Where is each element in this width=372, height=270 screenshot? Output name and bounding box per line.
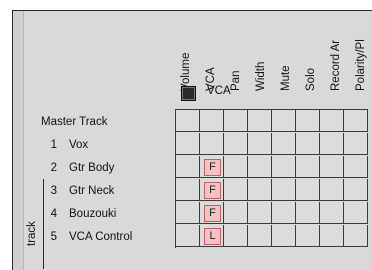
grid-cell[interactable] bbox=[272, 179, 296, 201]
grid-cell[interactable] bbox=[224, 133, 248, 155]
grid-cell[interactable] bbox=[296, 133, 320, 155]
row-label-track[interactable]: Gtr Body bbox=[69, 162, 114, 174]
grid-cell-vca[interactable]: L bbox=[200, 225, 224, 247]
grid-cell[interactable] bbox=[224, 156, 248, 178]
row-label-track[interactable]: Gtr Neck bbox=[69, 185, 114, 197]
grid-cell[interactable] bbox=[320, 156, 344, 178]
col-header-vca[interactable]: VCA bbox=[202, 15, 226, 91]
row-number: 2 bbox=[50, 162, 57, 174]
grid-cell[interactable] bbox=[344, 156, 368, 178]
grid-cell[interactable] bbox=[224, 225, 248, 247]
col-header-label: Record Ar bbox=[330, 39, 342, 91]
grid-cell-vca[interactable]: F bbox=[200, 156, 224, 178]
row-label-track[interactable]: Bouzouki bbox=[69, 208, 116, 220]
grid-cell[interactable] bbox=[344, 179, 368, 201]
grid-cell-vca[interactable]: F bbox=[200, 202, 224, 224]
col-header-mute[interactable]: Mute bbox=[277, 15, 301, 91]
col-header-pan[interactable]: Pan bbox=[227, 15, 251, 91]
grid-cell[interactable] bbox=[320, 179, 344, 201]
grid-cell[interactable] bbox=[272, 133, 296, 155]
vca-follow-flag[interactable]: F bbox=[204, 205, 221, 222]
grid-cell[interactable] bbox=[320, 133, 344, 155]
row-label-track[interactable]: Vox bbox=[69, 139, 88, 151]
col-header-width[interactable]: Width bbox=[252, 15, 276, 91]
grid-cell[interactable] bbox=[296, 156, 320, 178]
grid-cell[interactable] bbox=[344, 133, 368, 155]
grid-cell[interactable] bbox=[344, 110, 368, 132]
col-header-label: Width bbox=[255, 61, 267, 91]
grid-cell[interactable] bbox=[176, 156, 200, 178]
grid-cell[interactable] bbox=[344, 225, 368, 247]
grid-cell[interactable] bbox=[176, 110, 200, 132]
grid-cell[interactable] bbox=[248, 133, 272, 155]
grid-cell[interactable] bbox=[176, 133, 200, 155]
grid-row-track-1 bbox=[176, 133, 368, 156]
row-number: 3 bbox=[50, 185, 57, 197]
col-header-label: Pan bbox=[230, 70, 242, 91]
grid-row-track-4: F bbox=[176, 202, 368, 225]
vca-follow-flag[interactable]: F bbox=[204, 159, 221, 176]
grid-cell[interactable] bbox=[176, 225, 200, 247]
row-label-master[interactable]: Master Track bbox=[41, 116, 107, 128]
grouping-matrix-panel: Volume VCA Pan Width Mute Solo Record Ar… bbox=[12, 10, 372, 270]
track-axis-divider bbox=[43, 179, 44, 269]
grid-cell[interactable] bbox=[224, 179, 248, 201]
grid-cell[interactable] bbox=[272, 110, 296, 132]
matrix-grid: F F F L bbox=[175, 109, 368, 248]
grid-cell[interactable] bbox=[296, 110, 320, 132]
grid-cell[interactable] bbox=[224, 202, 248, 224]
row-number: 4 bbox=[50, 208, 57, 220]
grid-cell[interactable] bbox=[296, 179, 320, 201]
grid-cell[interactable] bbox=[176, 179, 200, 201]
row-number: 1 bbox=[50, 139, 57, 151]
grid-row-track-5: L bbox=[176, 225, 368, 248]
track-axis-text: track bbox=[26, 221, 38, 246]
grid-cell[interactable] bbox=[320, 110, 344, 132]
grid-cell[interactable] bbox=[224, 110, 248, 132]
grid-cell[interactable] bbox=[296, 202, 320, 224]
grid-cell[interactable] bbox=[200, 133, 224, 155]
grid-cell[interactable] bbox=[248, 110, 272, 132]
grid-cell[interactable] bbox=[272, 225, 296, 247]
grid-row-track-3: F bbox=[176, 179, 368, 202]
grid-row-track-2: F bbox=[176, 156, 368, 179]
grid-cell[interactable] bbox=[320, 202, 344, 224]
grid-cell[interactable] bbox=[248, 225, 272, 247]
col-header-label: Polarity/Pl bbox=[355, 39, 367, 91]
col-header-solo[interactable]: Solo bbox=[302, 15, 326, 91]
row-label-track[interactable]: VCA Control bbox=[69, 231, 132, 243]
grid-cell[interactable] bbox=[248, 156, 272, 178]
grid-cell-vca[interactable]: F bbox=[200, 179, 224, 201]
grid-row-master bbox=[176, 110, 368, 133]
vca-lead-flag[interactable]: L bbox=[204, 228, 221, 245]
grid-cell[interactable] bbox=[272, 156, 296, 178]
grid-cell[interactable] bbox=[176, 202, 200, 224]
grid-cell[interactable] bbox=[248, 179, 272, 201]
grid-cell[interactable] bbox=[296, 225, 320, 247]
col-header-polarity[interactable]: Polarity/Pl bbox=[352, 15, 372, 91]
grid-cell[interactable] bbox=[320, 225, 344, 247]
vca-group-color-chip[interactable] bbox=[181, 86, 196, 101]
track-axis-label: track bbox=[25, 186, 39, 246]
col-header-label: Solo bbox=[305, 67, 317, 91]
col-header-label: Mute bbox=[280, 65, 292, 91]
routing-matrix-window: Volume VCA Pan Width Mute Solo Record Ar… bbox=[0, 0, 372, 270]
grid-cell[interactable] bbox=[272, 202, 296, 224]
col-header-volume[interactable]: Volume bbox=[177, 15, 201, 91]
grid-cell[interactable] bbox=[248, 202, 272, 224]
vca-follow-flag[interactable]: F bbox=[204, 182, 221, 199]
grid-cell[interactable] bbox=[200, 110, 224, 132]
panel-edge-strip bbox=[13, 11, 24, 270]
vca-group-label: VCA bbox=[207, 85, 231, 97]
col-header-record-arm[interactable]: Record Ar bbox=[327, 15, 351, 91]
row-number: 5 bbox=[50, 231, 57, 243]
grid-cell[interactable] bbox=[344, 202, 368, 224]
